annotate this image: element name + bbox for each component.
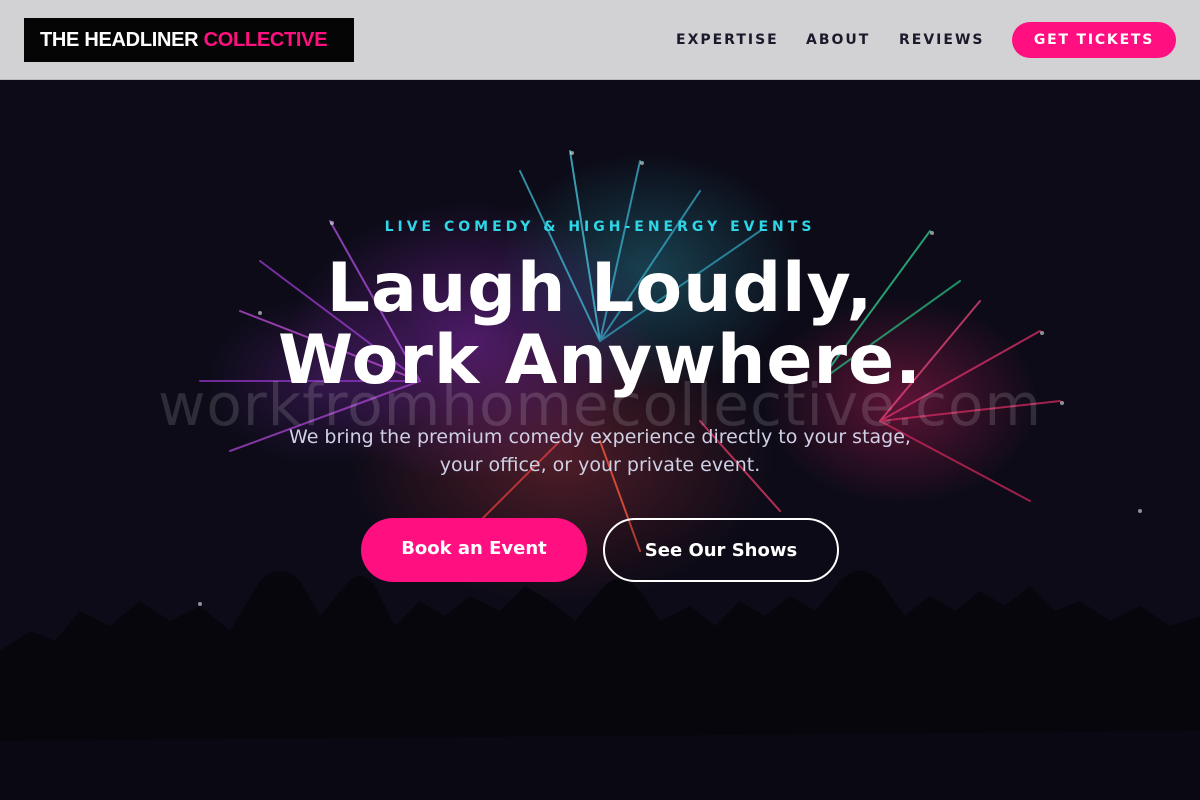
subtext-line-1: We bring the premium comedy experience d…: [289, 426, 911, 448]
headline-line-2: Work Anywhere.: [278, 321, 922, 400]
nav-link-expertise[interactable]: EXPERTISE: [676, 30, 779, 50]
crowd-silhouette: [0, 571, 1200, 800]
subtext-line-2: your office, or your private event.: [439, 454, 761, 476]
site-logo[interactable]: THE HEADLINER COLLECTIVE: [24, 18, 354, 62]
hero-subtext: We bring the premium comedy experience d…: [0, 423, 1200, 479]
hero-section: workfromhomecollective.com LIVE COMEDY &…: [0, 81, 1200, 800]
hero-headline: Laugh Loudly, Work Anywhere.: [0, 253, 1200, 397]
book-event-button[interactable]: Book an Event: [361, 518, 587, 582]
hero-eyebrow: LIVE COMEDY & HIGH-ENERGY EVENTS: [384, 219, 816, 235]
see-shows-button[interactable]: See Our Shows: [603, 518, 839, 582]
logo-main-text: THE HEADLINER: [40, 28, 199, 51]
top-navigation-bar: THE HEADLINER COLLECTIVE EXPERTISE ABOUT…: [0, 0, 1200, 80]
nav-link-reviews[interactable]: REVIEWS: [899, 30, 984, 50]
get-tickets-button[interactable]: GET TICKETS: [1012, 22, 1176, 58]
nav-link-about[interactable]: ABOUT: [806, 30, 870, 50]
headline-line-1: Laugh Loudly,: [326, 249, 874, 328]
logo-accent-text: COLLECTIVE: [203, 28, 328, 51]
